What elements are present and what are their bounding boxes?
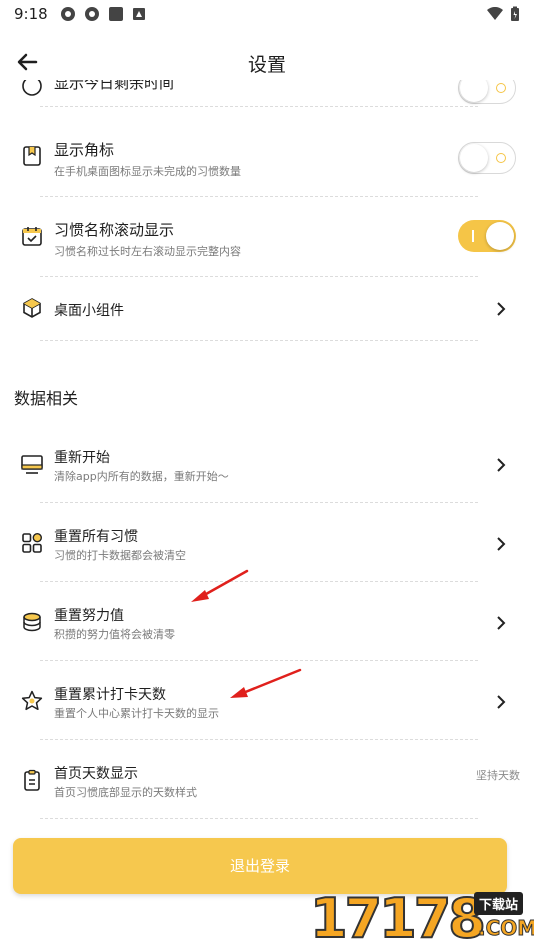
settings-row-restart[interactable]: 重新开始 清除app内所有的数据，重新开始～ bbox=[0, 440, 534, 490]
divider bbox=[40, 196, 478, 197]
row-subtitle: 习惯名称过长时左右滚动显示完整内容 bbox=[54, 245, 241, 258]
settings-row-scroll-name[interactable]: 习惯名称滚动显示 习惯名称过长时左右滚动显示完整内容 bbox=[0, 206, 534, 270]
coins-icon bbox=[23, 612, 41, 632]
image-notification-icon bbox=[133, 8, 145, 20]
settings-row-reset-habits[interactable]: 重置所有习惯 习惯的打卡数据都会被清空 bbox=[0, 519, 534, 569]
clipboard-icon bbox=[24, 769, 40, 791]
row-subtitle: 清除app内所有的数据，重新开始～ bbox=[54, 470, 229, 483]
header: 设置 bbox=[0, 40, 534, 84]
calendar-check-icon bbox=[22, 227, 42, 246]
settings-row-home-days[interactable]: 首页天数显示 首页习惯底部显示的天数样式 坚持天数 bbox=[0, 756, 534, 806]
annotation-arrow bbox=[230, 668, 302, 698]
row-subtitle: 首页习惯底部显示的天数样式 bbox=[54, 786, 197, 799]
row-subtitle: 在手机桌面图标显示未完成的习惯数量 bbox=[54, 165, 241, 178]
battery-icon bbox=[511, 6, 519, 21]
grid-icon bbox=[22, 532, 42, 553]
watermark-box: 下载站 bbox=[474, 892, 524, 915]
divider bbox=[40, 340, 478, 341]
wifi-icon bbox=[487, 7, 503, 20]
settings-row-widget[interactable]: 桌面小组件 bbox=[0, 286, 534, 332]
row-title: 习惯名称滚动显示 bbox=[54, 221, 175, 239]
row-subtitle: 积攒的努力值将会被清零 bbox=[54, 628, 175, 641]
status-bar: 9:18 bbox=[0, 0, 534, 30]
divider bbox=[40, 106, 478, 107]
badge-icon bbox=[23, 146, 41, 166]
settings-row-reset-effort[interactable]: 重置努力值 积攒的努力值将会被清零 bbox=[0, 598, 534, 648]
chevron-right-icon bbox=[497, 458, 506, 472]
chevron-right-icon bbox=[497, 302, 506, 316]
row-subtitle: 重置个人中心累计打卡天数的显示 bbox=[54, 707, 219, 720]
row-title: 首页天数显示 bbox=[54, 766, 138, 782]
square-notification-icon bbox=[109, 7, 123, 21]
system-icons bbox=[486, 6, 520, 22]
star-icon bbox=[21, 690, 43, 711]
settings-row-today-remaining: 显示今日剩余时间 bbox=[0, 80, 534, 106]
row-title: 重置所有习惯 bbox=[54, 529, 138, 545]
divider bbox=[40, 581, 478, 582]
chevron-right-icon bbox=[497, 537, 506, 551]
clock-icon bbox=[22, 80, 42, 96]
row-title: 显示角标 bbox=[54, 141, 115, 159]
app-notification-icon bbox=[85, 7, 99, 21]
monitor-icon bbox=[21, 455, 43, 474]
app-notification-icon bbox=[61, 7, 75, 21]
chevron-right-icon bbox=[497, 616, 506, 630]
watermark-digits: 17178 bbox=[309, 887, 487, 950]
chevron-right-icon bbox=[497, 695, 506, 709]
settings-row-badge[interactable]: 显示角标 在手机桌面图标显示未完成的习惯数量 bbox=[0, 126, 534, 190]
section-title: 数据相关 bbox=[14, 389, 79, 408]
row-title: 重新开始 bbox=[54, 450, 110, 466]
toggle-switch[interactable] bbox=[458, 80, 516, 104]
row-subtitle: 习惯的打卡数据都会被清空 bbox=[54, 549, 186, 562]
divider bbox=[40, 739, 478, 740]
watermark-com: .COM bbox=[477, 916, 534, 941]
row-title: 显示今日剩余时间 bbox=[54, 80, 175, 92]
divider bbox=[40, 276, 478, 277]
status-time: 9:18 bbox=[14, 5, 48, 23]
page-title: 设置 bbox=[247, 54, 286, 76]
annotation-arrow bbox=[191, 569, 249, 602]
row-title: 重置累计打卡天数 bbox=[54, 687, 166, 703]
cube-icon bbox=[23, 298, 41, 318]
row-title: 重置努力值 bbox=[54, 608, 124, 624]
scroll-name-toggle[interactable] bbox=[458, 220, 516, 252]
divider bbox=[40, 660, 478, 661]
divider bbox=[40, 818, 478, 819]
notification-icons bbox=[60, 6, 146, 22]
watermark-logo: 17178 下载站 .COM bbox=[309, 887, 534, 950]
row-title: 桌面小组件 bbox=[54, 303, 124, 319]
logout-button[interactable]: 退出登录 bbox=[13, 838, 507, 894]
home-days-value: 坚持天数 bbox=[476, 769, 520, 782]
divider bbox=[40, 502, 478, 503]
badge-toggle[interactable] bbox=[458, 142, 516, 174]
